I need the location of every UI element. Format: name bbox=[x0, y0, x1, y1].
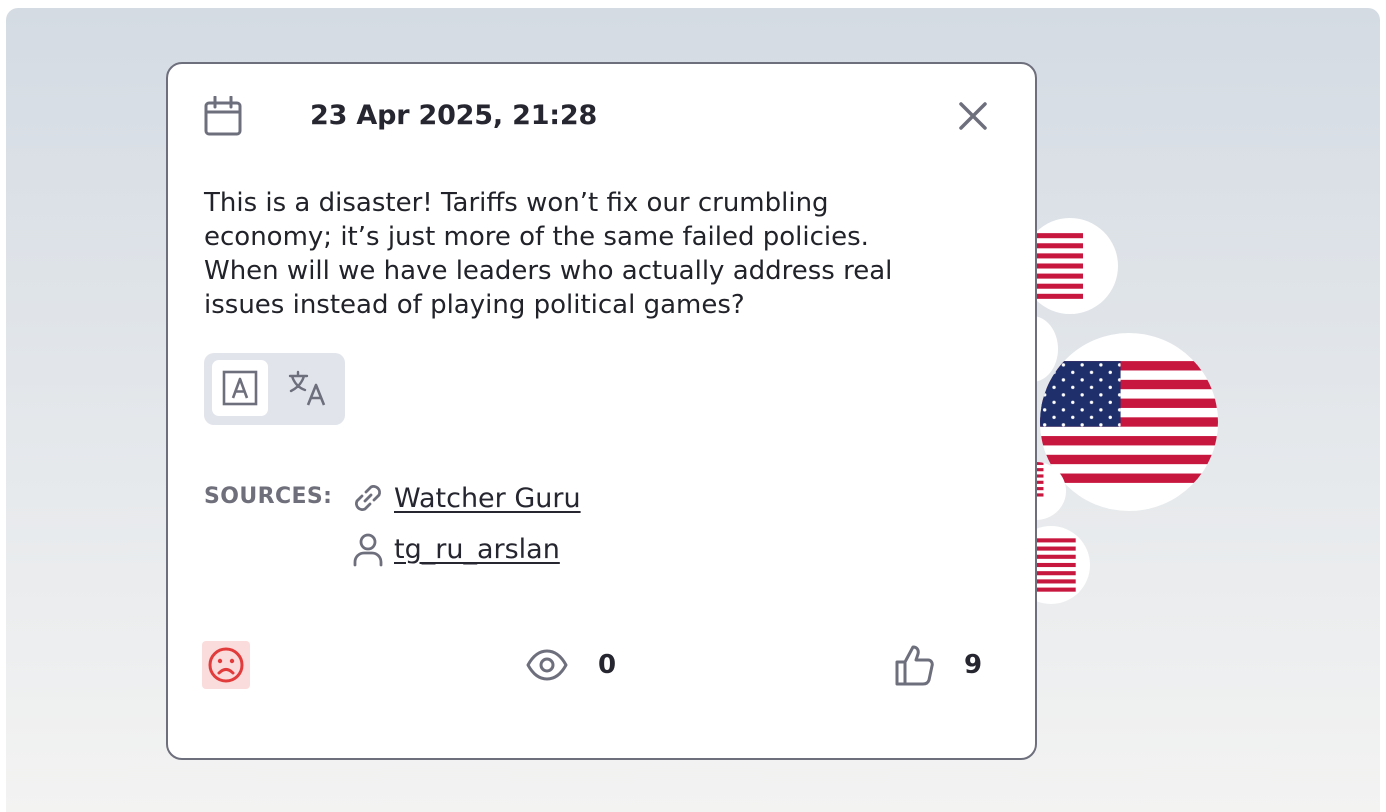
source-link-watcher-guru[interactable]: Watcher Guru bbox=[394, 483, 581, 514]
eye-icon bbox=[526, 649, 568, 681]
views-count: 0 bbox=[598, 650, 617, 680]
post-header: 23 Apr 2025, 21:28 bbox=[204, 94, 999, 140]
link-icon bbox=[355, 485, 381, 511]
translation-toggle bbox=[204, 353, 345, 425]
sad-face-icon bbox=[208, 647, 244, 683]
us-flag-bubble bbox=[1040, 333, 1218, 511]
post-date: 23 Apr 2025, 21:28 bbox=[310, 100, 598, 131]
sources-label: SOURCES: bbox=[204, 484, 333, 509]
thumbs-up-icon[interactable] bbox=[894, 644, 934, 686]
source-link-user[interactable]: tg_ru_arslan bbox=[394, 534, 560, 565]
original-text-button[interactable] bbox=[212, 360, 268, 416]
views-stat: 0 bbox=[526, 642, 616, 688]
likes-count: 9 bbox=[964, 650, 983, 680]
post-popup-card: 23 Apr 2025, 21:28 This is a disaster! T… bbox=[166, 62, 1037, 760]
likes-stat[interactable]: 9 bbox=[894, 642, 982, 688]
source-item-link: Watcher Guru bbox=[348, 476, 581, 520]
sentiment-badge bbox=[202, 641, 250, 689]
close-icon[interactable] bbox=[955, 98, 991, 134]
calendar-icon bbox=[204, 96, 242, 136]
original-text-icon bbox=[222, 370, 258, 406]
source-item-user: tg_ru_arslan bbox=[348, 527, 560, 571]
translate-button[interactable] bbox=[280, 360, 336, 416]
user-icon bbox=[353, 533, 383, 567]
post-message: This is a disaster! Tariffs won’t fix ou… bbox=[204, 188, 893, 320]
translate-icon bbox=[288, 370, 326, 406]
